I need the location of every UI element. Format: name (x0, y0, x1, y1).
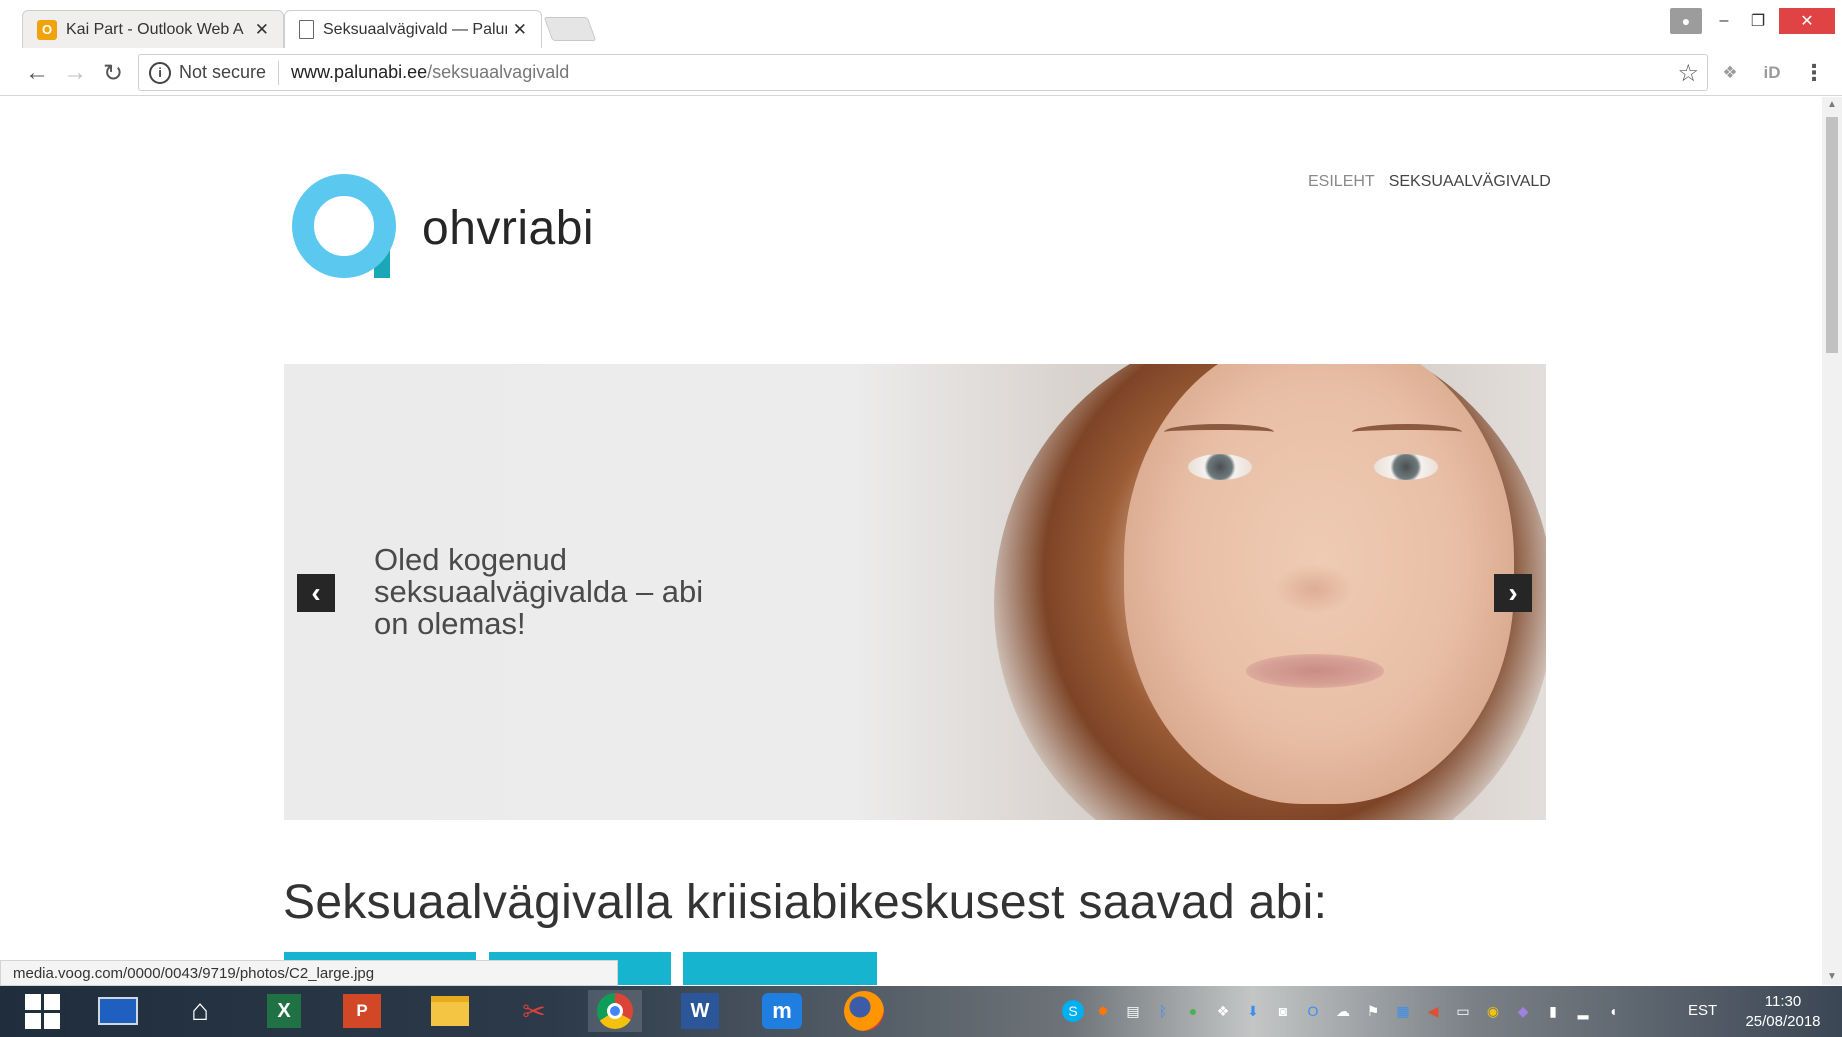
hero-image-brow (1352, 424, 1462, 440)
hero-slider: Oled kogenud seksuaalvägivalda – abi on … (284, 364, 1546, 820)
window-close-button[interactable]: ✕ (1779, 8, 1835, 34)
page-viewport: ohvriabi ESILEHT SEKSUAALVÄGIVALD Oled k… (0, 97, 1822, 985)
bookmark-star-icon[interactable]: ☆ (1677, 59, 1699, 88)
lenovo-app-icon[interactable] (96, 990, 140, 1032)
site-logo-text[interactable]: ohvriabi (422, 201, 594, 256)
outlook-tray-icon[interactable]: O (1302, 1000, 1324, 1022)
app-tray-icon[interactable]: ◆ (1512, 1000, 1534, 1022)
section-heading: Seksuaalvägivalla kriisiabikeskusest saa… (283, 876, 1328, 929)
network-app-tray-icon[interactable]: ▦ (1392, 1000, 1414, 1022)
dropbox-extension-icon[interactable]: ❖ (1716, 59, 1744, 87)
snipping-tool-icon[interactable]: ✂ (512, 990, 556, 1032)
reload-icon[interactable]: ↻ (98, 58, 128, 88)
service-tile[interactable] (683, 952, 877, 985)
url-host[interactable]: www.palunabi.ee (291, 62, 427, 83)
user-profile-icon[interactable]: ● (1670, 8, 1702, 34)
minimize-button[interactable]: – (1710, 8, 1738, 34)
windows-start-icon[interactable] (20, 990, 64, 1032)
id-extension-icon[interactable]: iD (1758, 59, 1786, 87)
clock-time: 11:30 (1764, 993, 1802, 1010)
address-bar[interactable]: i Not secure www.palunabi.ee /seksuaalva… (138, 54, 1708, 91)
top-navigation: ESILEHT SEKSUAALVÄGIVALD (1308, 173, 1551, 191)
excel-icon[interactable]: X (262, 990, 306, 1032)
hero-image-eye (1188, 454, 1252, 480)
restore-button[interactable]: ❐ (1744, 8, 1772, 34)
dropbox-tray-icon[interactable]: ❖ (1212, 1000, 1234, 1022)
tab-title: Kai Part - Outlook Web A (66, 20, 244, 38)
chrome-tray-icon[interactable]: ◉ (1482, 1000, 1504, 1022)
chrome-menu-icon[interactable]: ⋮ (1800, 59, 1828, 87)
home-app-icon[interactable]: ⌂ (178, 990, 222, 1032)
hero-caption: Oled kogenud seksuaalvägivalda – abi on … (374, 542, 704, 641)
system-tray: S ✸ ▤ ᛒ ● ❖ ⬇ ◙ O ☁ ⚑ ▦ ◀ ▭ ◉ ◆ ▮ ▂ ◖ (1062, 1000, 1624, 1022)
clock[interactable]: 11:30 25/08/2018 (1740, 992, 1826, 1032)
nav-link-seksuaalvagivald[interactable]: SEKSUAALVÄGIVALD (1389, 173, 1551, 191)
volume-tray-icon[interactable]: ◖ (1602, 1000, 1624, 1022)
scroll-up-arrow-icon[interactable]: ▲ (1826, 99, 1838, 111)
hero-image-lips (1246, 654, 1384, 688)
scroll-down-arrow-icon[interactable]: ▼ (1826, 971, 1838, 983)
forward-arrow-icon[interactable]: → (60, 58, 90, 88)
clock-date: 25/08/2018 (1745, 1013, 1821, 1030)
word-icon[interactable]: W (678, 990, 722, 1032)
slider-next-chevron-icon[interactable]: › (1494, 574, 1532, 612)
hero-image-eye (1374, 454, 1438, 480)
hero-image-nose (1274, 564, 1354, 614)
document-icon (299, 20, 314, 39)
security-tray-icon[interactable]: ● (1182, 1000, 1204, 1022)
nav-link-esileht[interactable]: ESILEHT (1308, 173, 1375, 191)
divider (278, 60, 280, 85)
flag-tray-icon[interactable]: ⚑ (1362, 1000, 1384, 1022)
hero-image-brow (1164, 424, 1274, 440)
close-icon[interactable]: ✕ (255, 20, 269, 40)
back-arrow-icon[interactable]: ← (22, 58, 52, 88)
tab-title: Seksuaalvägivald — Palun (323, 20, 507, 38)
powerpoint-icon[interactable]: P (340, 990, 384, 1032)
url-path[interactable]: /seksuaalvagivald (427, 62, 569, 83)
page-scrollbar[interactable]: ▲ ▼ (1822, 97, 1842, 985)
camera-tray-icon[interactable]: ◙ (1272, 1000, 1294, 1022)
bluetooth-tray-icon[interactable]: ᛒ (1152, 1000, 1174, 1022)
link-status-bubble: media.voog.com/0000/0043/9719/photos/C2_… (0, 960, 618, 986)
volume-alert-tray-icon[interactable]: ◀ (1422, 1000, 1444, 1022)
scroll-thumb[interactable] (1826, 117, 1838, 353)
close-icon[interactable]: ✕ (513, 20, 527, 40)
input-language[interactable]: EST (1688, 1002, 1717, 1019)
security-label[interactable]: Not secure (179, 62, 266, 83)
browser-toolbar: ← → ↻ i Not secure www.palunabi.ee /seks… (0, 48, 1842, 96)
screen-tray-icon[interactable]: ▭ (1452, 1000, 1474, 1022)
file-explorer-icon[interactable] (428, 990, 472, 1032)
new-tab-button[interactable] (543, 17, 597, 41)
avast-tray-icon[interactable]: ✸ (1092, 1000, 1114, 1022)
download-tray-icon[interactable]: ⬇ (1242, 1000, 1264, 1022)
chrome-icon[interactable] (588, 990, 642, 1032)
maxthon-icon[interactable]: m (760, 990, 804, 1032)
slider-prev-chevron-icon[interactable]: ‹ (297, 574, 335, 612)
signal-tray-icon[interactable]: ▂ (1572, 1000, 1594, 1022)
tab-outlook[interactable]: O Kai Part - Outlook Web A ✕ (22, 10, 284, 48)
display-tray-icon[interactable]: ▤ (1122, 1000, 1144, 1022)
firefox-icon[interactable] (842, 990, 886, 1032)
screen: O Kai Part - Outlook Web A ✕ Seksuaalväg… (0, 0, 1842, 1037)
tab-seksuaalvagivald[interactable]: Seksuaalvägivald — Palun ✕ (284, 10, 542, 48)
battery-tray-icon[interactable]: ▮ (1542, 1000, 1564, 1022)
skype-tray-icon[interactable]: S (1062, 1000, 1084, 1022)
cloud-tray-icon[interactable]: ☁ (1332, 1000, 1354, 1022)
browser-titlebar: O Kai Part - Outlook Web A ✕ Seksuaalväg… (0, 0, 1842, 48)
outlook-icon: O (37, 19, 57, 40)
info-icon[interactable]: i (149, 61, 171, 84)
windows-taskbar: ⌂ X P ✂ W m S ✸ ▤ ᛒ ● ❖ ⬇ ◙ O ☁ ⚑ ▦ ◀ ▭ … (0, 986, 1842, 1037)
ohvriabi-logo-icon[interactable] (290, 170, 402, 282)
